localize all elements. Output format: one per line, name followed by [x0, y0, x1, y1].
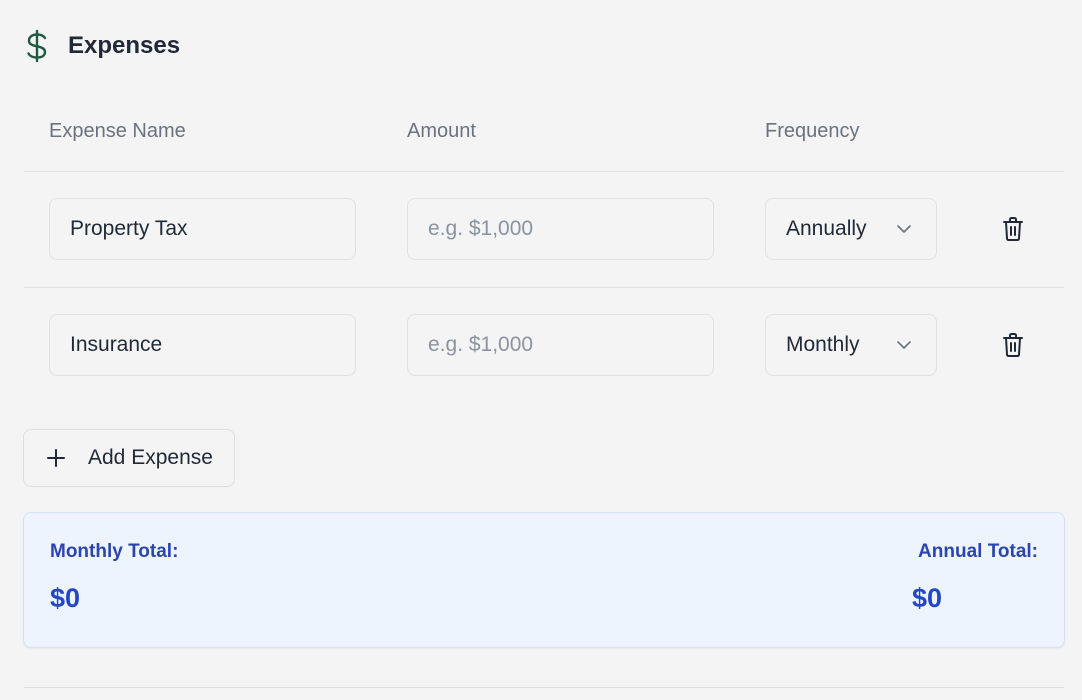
- section-header: Expenses: [24, 28, 180, 64]
- totals-card: Monthly Total: $0 Annual Total: $0: [23, 512, 1065, 648]
- dollar-icon: [24, 28, 54, 64]
- expenses-panel: Expenses Expense Name Amount Frequency P…: [0, 0, 1082, 700]
- expense-name-value: Property Tax: [70, 217, 188, 240]
- divider: [24, 287, 1064, 288]
- chevron-down-icon: [897, 341, 911, 349]
- frequency-value: Annually: [786, 217, 867, 240]
- annual-total-value: $0: [912, 583, 943, 613]
- monthly-total-label: Monthly Total:: [50, 541, 179, 562]
- amount-placeholder: e.g. $1,000: [428, 217, 534, 240]
- add-expense-label: Add Expense: [88, 446, 213, 469]
- plus-icon: [47, 449, 65, 467]
- monthly-total-value: $0: [50, 583, 81, 613]
- expense-name-value: Insurance: [70, 333, 163, 356]
- chevron-down-icon: [897, 225, 911, 233]
- column-header-name: Expense Name: [49, 120, 186, 142]
- trash-icon[interactable]: [1001, 216, 1025, 242]
- trash-icon[interactable]: [1001, 332, 1025, 358]
- frequency-select[interactable]: Monthly: [765, 314, 937, 376]
- amount-placeholder: e.g. $1,000: [428, 333, 534, 356]
- expense-row: Property Tax e.g. $1,000 Annually: [0, 198, 1082, 262]
- expense-name-input[interactable]: Insurance: [49, 314, 356, 376]
- expense-name-input[interactable]: Property Tax: [49, 198, 356, 260]
- expense-row: Insurance e.g. $1,000 Monthly: [0, 314, 1082, 378]
- divider: [24, 171, 1064, 172]
- annual-total-label: Annual Total:: [918, 541, 1038, 562]
- column-header-amount: Amount: [407, 120, 476, 142]
- page-title: Expenses: [68, 32, 181, 59]
- table-header: Expense Name Amount Frequency: [0, 118, 1082, 148]
- column-header-frequency: Frequency: [765, 120, 860, 142]
- amount-input[interactable]: e.g. $1,000: [407, 198, 714, 260]
- frequency-value: Monthly: [786, 333, 860, 356]
- frequency-select[interactable]: Annually: [765, 198, 937, 260]
- amount-input[interactable]: e.g. $1,000: [407, 314, 714, 376]
- divider: [24, 687, 1064, 688]
- add-expense-button[interactable]: Add Expense: [23, 429, 235, 487]
